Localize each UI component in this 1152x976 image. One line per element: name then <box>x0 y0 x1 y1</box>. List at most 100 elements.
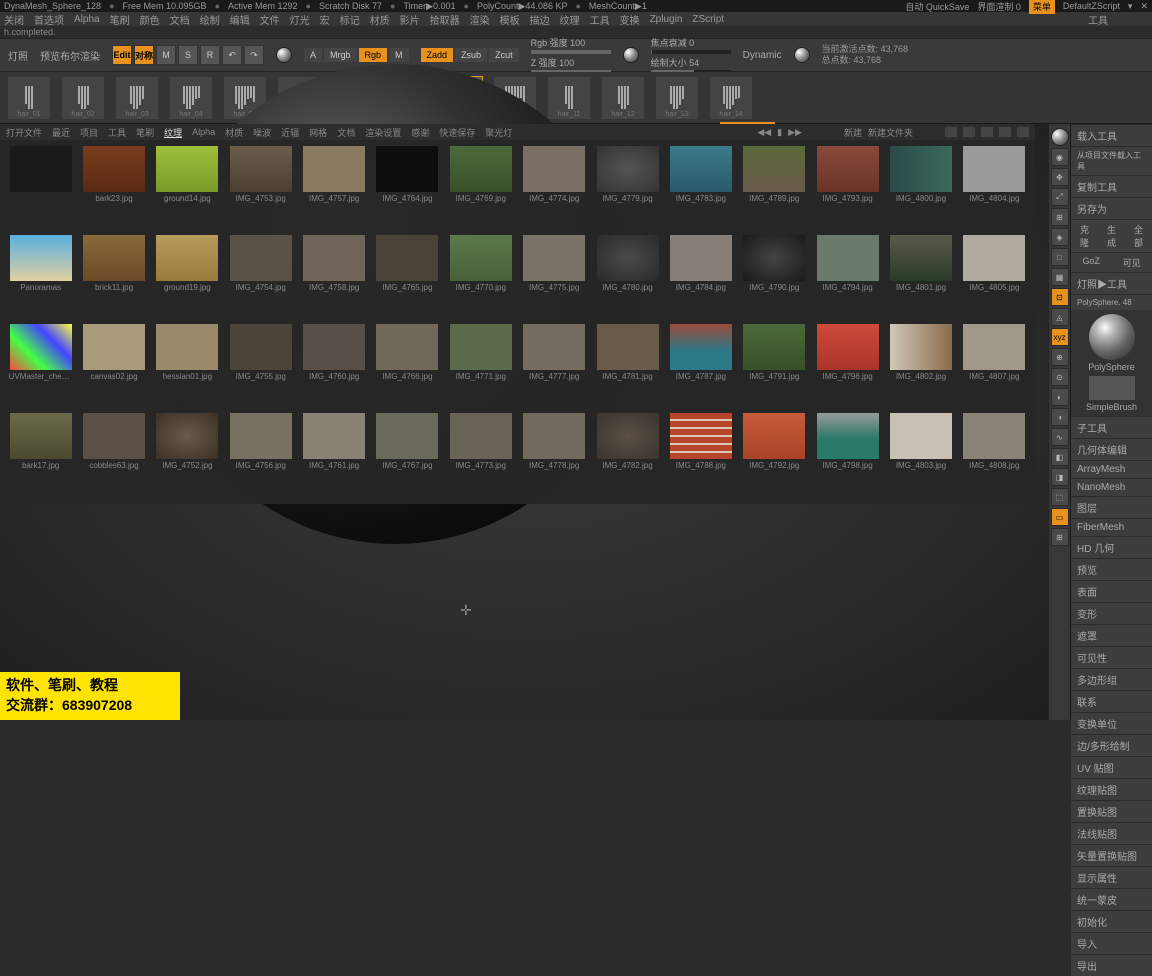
side-icon-7[interactable]: ⊡ <box>1051 288 1069 306</box>
menu-18[interactable]: 纹理 <box>560 12 580 27</box>
panel-item-14[interactable]: 变换单位 <box>1071 712 1152 734</box>
focal-icon[interactable] <box>623 47 639 63</box>
thumb-IMG_4802.jpg[interactable]: IMG_4802.jpg <box>886 324 955 409</box>
side-icon-6[interactable]: ▦ <box>1051 268 1069 286</box>
panel-item-25[interactable]: 导出 <box>1071 954 1152 976</box>
menu-13[interactable]: 影片 <box>400 12 420 27</box>
thumb-IMG_4758.jpg[interactable]: IMG_4758.jpg <box>299 235 368 320</box>
menu-2[interactable]: Alpha <box>74 14 100 25</box>
thumb-IMG_4803.jpg[interactable]: IMG_4803.jpg <box>886 413 955 498</box>
brush-hair_11[interactable]: hair_11 <box>548 77 590 119</box>
thumb-IMG_4804.jpg[interactable]: IMG_4804.jpg <box>960 146 1029 231</box>
draw-icon[interactable]: 对称 <box>134 45 154 65</box>
zsub-btn[interactable]: Zsub <box>455 48 487 62</box>
thumb-IMG_4784.jpg[interactable]: IMG_4784.jpg <box>666 235 735 320</box>
zscript[interactable]: DefaultZScript <box>1063 1 1120 11</box>
thumb-IMG_4761.jpg[interactable]: IMG_4761.jpg <box>299 413 368 498</box>
panel-item-0[interactable]: 子工具 <box>1071 416 1152 438</box>
thumb-IMG_4783.jpg[interactable]: IMG_4783.jpg <box>666 146 735 231</box>
panel-item-13[interactable]: 联系 <box>1071 690 1152 712</box>
browser-tab-2[interactable]: 项目 <box>80 126 98 139</box>
browser-tab-10[interactable]: 网格 <box>309 126 327 139</box>
panel-item-20[interactable]: 矢量置换贴图 <box>1071 844 1152 866</box>
menu-1[interactable]: 首选项 <box>34 12 64 27</box>
browser-tab-15[interactable]: 聚光灯 <box>485 126 512 139</box>
thumb-IMG_4791.jpg[interactable]: IMG_4791.jpg <box>740 324 809 409</box>
copy-tool-btn[interactable]: 复制工具 <box>1071 175 1152 197</box>
panel-item-17[interactable]: 纹理贴图 <box>1071 778 1152 800</box>
goz-btn[interactable]: GoZ <box>1071 252 1112 272</box>
thumb-IMG_4782.jpg[interactable]: IMG_4782.jpg <box>593 413 662 498</box>
thumb-IMG_4754.jpg[interactable]: IMG_4754.jpg <box>226 235 295 320</box>
thumb-ground19.jpg[interactable]: ground19.jpg <box>153 235 222 320</box>
z-intensity[interactable]: Z 强度 100 <box>531 56 611 69</box>
browser-tab-12[interactable]: 渲染设置 <box>365 126 401 139</box>
side-icon-3[interactable]: ⊞ <box>1051 208 1069 226</box>
dynamic-btn[interactable]: Dynamic <box>743 50 782 61</box>
brush-hair_14[interactable]: hair_14 <box>710 77 752 119</box>
thumb-bark23.jpg[interactable]: bark23.jpg <box>79 146 148 231</box>
thumb-IMG_4807.jpg[interactable]: IMG_4807.jpg <box>960 324 1029 409</box>
side-icon-10[interactable]: ⊕ <box>1051 348 1069 366</box>
quicksave[interactable]: 自动 QuickSave <box>905 0 969 13</box>
thumb-IMG_4781.jpg[interactable]: IMG_4781.jpg <box>593 324 662 409</box>
brush-hair_02[interactable]: hair_02 <box>62 77 104 119</box>
view-4-icon[interactable] <box>999 127 1011 137</box>
tool-preview-sphere[interactable] <box>1089 314 1135 360</box>
side-icon-2[interactable]: ⤢ <box>1051 188 1069 206</box>
menu-button[interactable]: 菜单 <box>1029 0 1055 14</box>
browser-tab-13[interactable]: 感谢 <box>411 126 429 139</box>
thumb-empty[interactable] <box>6 146 75 231</box>
thumb-UVMaster_checkers[interactable]: UVMaster_checkers <box>6 324 75 409</box>
thumb-IMG_4778.jpg[interactable]: IMG_4778.jpg <box>519 413 588 498</box>
side-icon-1[interactable]: ✥ <box>1051 168 1069 186</box>
side-icon-0[interactable]: ◉ <box>1051 148 1069 166</box>
panel-item-12[interactable]: 多边形组 <box>1071 668 1152 690</box>
side-icon-18[interactable]: ▭ <box>1051 508 1069 526</box>
nav-next-icon[interactable]: ▶▶ <box>788 127 802 138</box>
scale-icon[interactable]: S <box>178 45 198 65</box>
side-icon-11[interactable]: ⊙ <box>1051 368 1069 386</box>
thumb-IMG_4796.jpg[interactable]: IMG_4796.jpg <box>813 324 882 409</box>
thumb-IMG_4790.jpg[interactable]: IMG_4790.jpg <box>740 235 809 320</box>
rgb-intensity[interactable]: Rgb 强度 100 <box>531 36 611 49</box>
thumb-IMG_4770.jpg[interactable]: IMG_4770.jpg <box>446 235 515 320</box>
thumb-IMG_4752.jpg[interactable]: IMG_4752.jpg <box>153 413 222 498</box>
thumb-IMG_4769.jpg[interactable]: IMG_4769.jpg <box>446 146 515 231</box>
browser-tab-0[interactable]: 打开文件 <box>6 126 42 139</box>
visible-btn[interactable]: 可见 <box>1112 252 1152 272</box>
thumb-IMG_4792.jpg[interactable]: IMG_4792.jpg <box>740 413 809 498</box>
brush-hair_13[interactable]: hair_13 <box>656 77 698 119</box>
thumb-IMG_4764.jpg[interactable]: IMG_4764.jpg <box>373 146 442 231</box>
menu-6[interactable]: 绘制 <box>200 12 220 27</box>
thumb-IMG_4793.jpg[interactable]: IMG_4793.jpg <box>813 146 882 231</box>
view-5-icon[interactable] <box>1017 127 1029 137</box>
thumb-IMG_4757.jpg[interactable]: IMG_4757.jpg <box>299 146 368 231</box>
browser-tab-7[interactable]: 材质 <box>225 126 243 139</box>
thumb-IMG_4760.jpg[interactable]: IMG_4760.jpg <box>299 324 368 409</box>
menu-19[interactable]: 工具 <box>590 12 610 27</box>
browser-tab-8[interactable]: 噪波 <box>253 126 271 139</box>
menu-0[interactable]: 关闭 <box>4 12 24 27</box>
new-btn[interactable]: 新建 <box>844 126 862 139</box>
panel-item-6[interactable]: HD 几何 <box>1071 536 1152 558</box>
thumb-IMG_4755.jpg[interactable]: IMG_4755.jpg <box>226 324 295 409</box>
view-1-icon[interactable] <box>945 127 957 137</box>
thumb-IMG_4808.jpg[interactable]: IMG_4808.jpg <box>960 413 1029 498</box>
side-icon-5[interactable]: □ <box>1051 248 1069 266</box>
new-folder-btn[interactable]: 新建文件夹 <box>868 126 913 139</box>
menu-5[interactable]: 文档 <box>170 12 190 27</box>
panel-item-19[interactable]: 法线贴图 <box>1071 822 1152 844</box>
panel-item-3[interactable]: NanoMesh <box>1071 478 1152 496</box>
thumb-IMG_4777.jpg[interactable]: IMG_4777.jpg <box>519 324 588 409</box>
brush-hair_04[interactable]: hair_04 <box>170 77 212 119</box>
preview-label[interactable]: 预览布尔渲染 <box>40 48 100 63</box>
draw-size[interactable]: 绘制大小 54 <box>651 56 731 69</box>
side-icon-15[interactable]: ◧ <box>1051 448 1069 466</box>
rgb-btn[interactable]: Rgb <box>359 48 388 62</box>
panel-item-9[interactable]: 变形 <box>1071 602 1152 624</box>
close-icon[interactable]: ✕ <box>1140 1 1148 12</box>
menu-9[interactable]: 灯光 <box>290 12 310 27</box>
thumb-IMG_4753.jpg[interactable]: IMG_4753.jpg <box>226 146 295 231</box>
edit-icon[interactable]: Edit <box>112 45 132 65</box>
